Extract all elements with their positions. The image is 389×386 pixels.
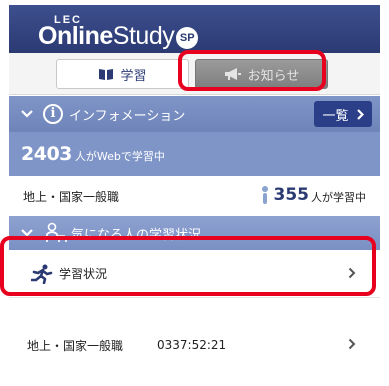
status-section-title: 気になる人の学習状況 (71, 227, 202, 243)
course-time-row[interactable]: 地上・国家一般職 0337:52:21 (9, 310, 380, 380)
running-person-icon (31, 264, 53, 284)
chevron-right-icon (356, 108, 364, 120)
tab-bar: 学習 お知らせ (9, 53, 380, 95)
logo-study: Study (112, 22, 175, 50)
exam-study-count: 355 人が学習中 (261, 185, 366, 205)
info-icon: i (43, 104, 63, 124)
megaphone-icon (224, 68, 241, 80)
tab-notice[interactable]: お知らせ (195, 59, 328, 89)
person-at-desk-icon (46, 222, 67, 242)
exam-count: 355 (273, 185, 310, 205)
chevron-right-icon (348, 336, 356, 354)
exam-label: 地上・国家一般職 (23, 189, 120, 204)
study-status-label: 学習状況 (59, 267, 108, 281)
exam-study-count-row: 地上・国家一般職 355 人が学習中 (9, 176, 380, 216)
information-section-header[interactable]: i インフォメーション 一覧 (9, 96, 380, 132)
tab-notice-label: お知らせ (247, 68, 300, 84)
chevron-down-icon (21, 107, 35, 121)
chevron-right-icon (348, 265, 356, 283)
web-study-count-banner: 2403 人がWebで学習中 (9, 132, 380, 176)
book-icon (99, 68, 114, 80)
web-study-text: 人がWebで学習中 (74, 150, 165, 163)
logo-sp-badge: SP (176, 27, 199, 49)
tab-study[interactable]: 学習 (56, 59, 189, 89)
logo-wordmark: OnlineStudy SP (38, 22, 199, 51)
study-status-link[interactable]: 学習状況 (9, 250, 380, 298)
app-frame: LEC OnlineStudy SP 学習 お知らせ i インフォメーション 一… (9, 5, 380, 381)
app-header: LEC OnlineStudy SP (9, 5, 380, 53)
web-study-count: 2403 (21, 143, 72, 165)
course-time: 0337:52:21 (157, 338, 227, 352)
logo-online: Online (38, 22, 113, 50)
course-label: 地上・国家一般職 (27, 338, 124, 353)
view-all-label: 一覧 (322, 108, 349, 124)
view-all-button[interactable]: 一覧 (314, 101, 372, 127)
chevron-down-icon (21, 226, 35, 240)
tab-study-label: 学習 (120, 68, 147, 84)
person-icon (261, 186, 268, 204)
exam-count-text: 人が学習中 (311, 191, 366, 204)
status-section-header[interactable]: 気になる人の学習状況 (9, 216, 380, 250)
information-title: インフォメーション (69, 108, 186, 124)
